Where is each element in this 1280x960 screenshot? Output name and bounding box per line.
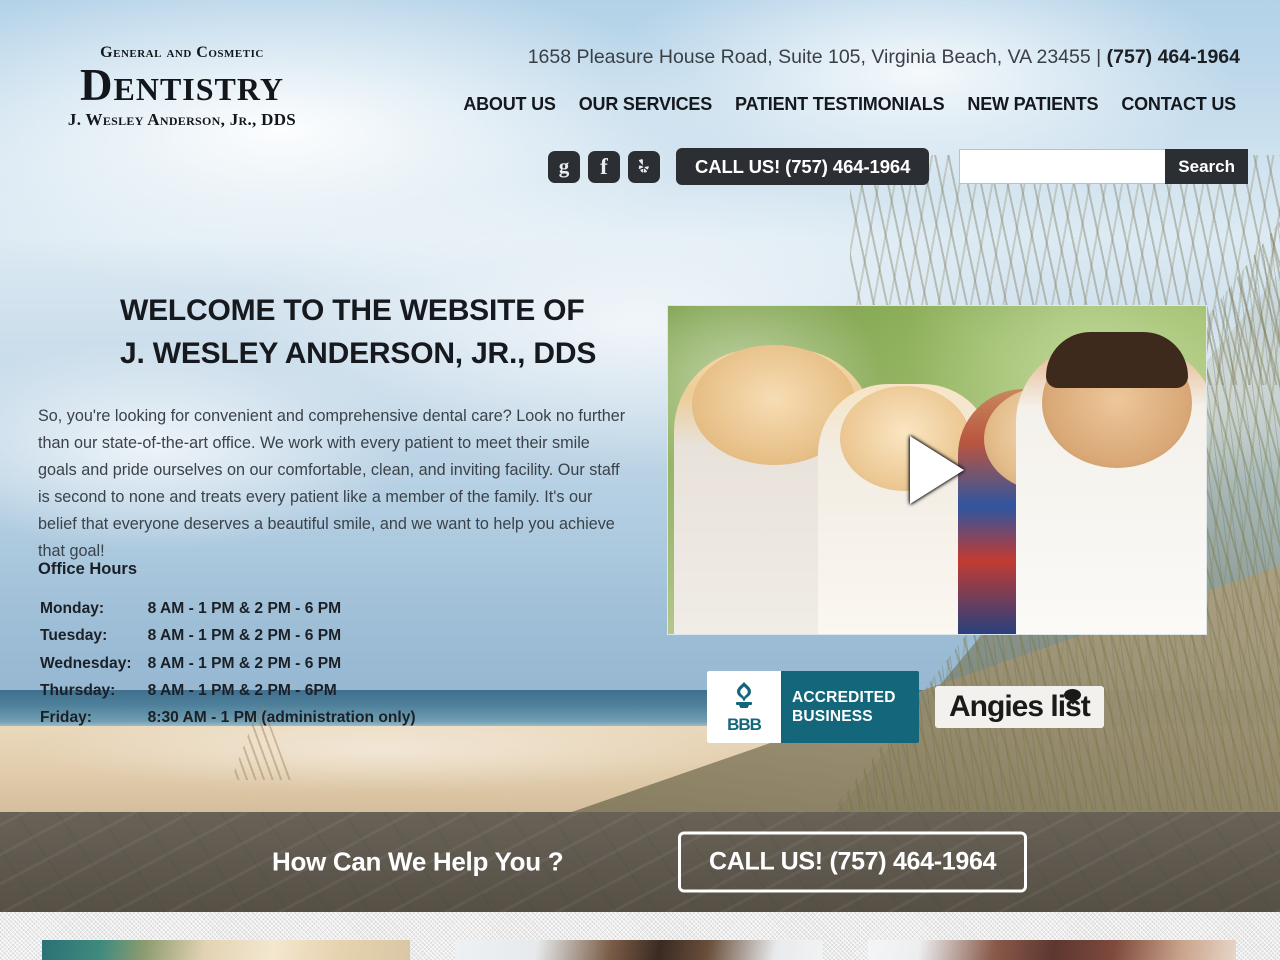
header-utility-bar: g f CALL US! (757) 464-1964 Search (547, 148, 1248, 185)
google-plus-icon[interactable]: g (547, 150, 580, 183)
yelp-icon[interactable] (627, 150, 660, 183)
angies-list-badge[interactable]: Angies list (935, 686, 1104, 728)
play-icon[interactable] (910, 436, 964, 504)
logo-wordmark: Dentistry (80, 59, 284, 110)
bbb-wordmark: BBB (727, 715, 762, 734)
bbb-line-1: ACCREDITED (792, 688, 896, 706)
hours-time: 8 AM - 1 PM & 2 PM - 6PM (147, 681, 337, 699)
site-logo[interactable]: General and Cosmetic Dentistry J. Wesley… (42, 44, 322, 131)
cta-heading: How Can We Help You ? (272, 846, 564, 877)
table-row: Wednesday: 8 AM - 1 PM & 2 PM - 6 PM (40, 651, 416, 676)
header-contact-info: 1658 Pleasure House Road, Suite 105, Vir… (528, 46, 1240, 69)
hours-day: Tuesday: (40, 627, 108, 645)
logo-tagline: General and Cosmetic (100, 44, 264, 61)
header-separator: | (1096, 46, 1102, 68)
bbb-torch-icon (736, 682, 752, 708)
hours-time: 8 AM - 1 PM & 2 PM - 6 PM (147, 654, 342, 672)
header-phone[interactable]: (757) 464-1964 (1107, 46, 1240, 68)
main-navigation: ABOUT US OUR SERVICES PATIENT TESTIMONIA… (463, 94, 1236, 115)
feature-cards-strip (0, 912, 1280, 960)
hours-time: 8 AM - 1 PM & 2 PM - 6 PM (147, 600, 342, 617)
bbb-logo-mark: BBB (707, 671, 781, 743)
nav-item-our-services[interactable]: OUR SERVICES (579, 94, 713, 115)
nav-item-new-patients[interactable]: NEW PATIENTS (967, 94, 1098, 115)
table-row: Friday: 8:30 AM - 1 PM (administration o… (40, 705, 416, 730)
video-person-father (1016, 332, 1206, 634)
office-hours-table: Monday: 8 AM - 1 PM & 2 PM - 6 PM Tuesda… (38, 594, 418, 732)
feature-card-2-image[interactable] (455, 940, 823, 960)
cta-call-button[interactable]: CALL US! (757) 464-1964 (678, 831, 1028, 893)
intro-video-player[interactable] (667, 305, 1207, 635)
bbb-accredited-business-badge[interactable]: BBB ACCREDITED BUSINESS (707, 671, 919, 743)
hours-day: Wednesday: (40, 654, 132, 672)
page-title: WELCOME TO THE WEBSITE OF J. WESLEY ANDE… (120, 290, 596, 375)
table-row: Tuesday: 8 AM - 1 PM & 2 PM - 6 PM (40, 623, 416, 648)
nav-item-about-us[interactable]: ABOUT US (463, 94, 556, 115)
help-cta-bar: How Can We Help You ? CALL US! (757) 464… (0, 812, 1280, 912)
welcome-line-2: J. WESLEY ANDERSON, JR., DDS (120, 336, 597, 370)
hours-day: Monday: (40, 600, 105, 617)
bbb-line-2: BUSINESS (792, 708, 873, 725)
office-hours-heading: Office Hours (38, 560, 138, 578)
intro-paragraph: So, you're looking for convenient and co… (38, 407, 626, 560)
header-call-button[interactable]: CALL US! (757) 464-1964 (675, 148, 930, 185)
search-input[interactable] (959, 149, 1166, 184)
table-row: Thursday: 8 AM - 1 PM & 2 PM - 6PM (40, 678, 416, 703)
hours-day: Friday: (40, 709, 92, 727)
hours-day: Thursday: (40, 681, 116, 699)
table-row: Monday: 8 AM - 1 PM & 2 PM - 6 PM (40, 596, 416, 621)
nav-item-contact-us[interactable]: CONTACT US (1121, 94, 1236, 115)
hours-time: 8:30 AM - 1 PM (administration only) (147, 709, 416, 727)
speech-bubble-icon (1064, 689, 1081, 705)
feature-card-1-image[interactable] (42, 940, 410, 960)
hours-time: 8 AM - 1 PM & 2 PM - 6 PM (147, 627, 342, 645)
feature-card-3-image[interactable] (868, 940, 1236, 960)
bbb-badge-text: ACCREDITED BUSINESS (781, 671, 919, 743)
accreditation-badges: BBB ACCREDITED BUSINESS Angies list (707, 671, 1104, 743)
search-form: Search (959, 149, 1248, 184)
search-button[interactable]: Search (1165, 149, 1248, 184)
facebook-icon[interactable]: f (587, 150, 620, 183)
nav-item-patient-testimonials[interactable]: PATIENT TESTIMONIALS (735, 94, 945, 115)
welcome-line-1: WELCOME TO THE WEBSITE OF (120, 294, 585, 327)
header-address: 1658 Pleasure House Road, Suite 105, Vir… (527, 46, 1091, 68)
logo-doctor-name: J. Wesley Anderson, Jr., DDS (67, 109, 297, 129)
